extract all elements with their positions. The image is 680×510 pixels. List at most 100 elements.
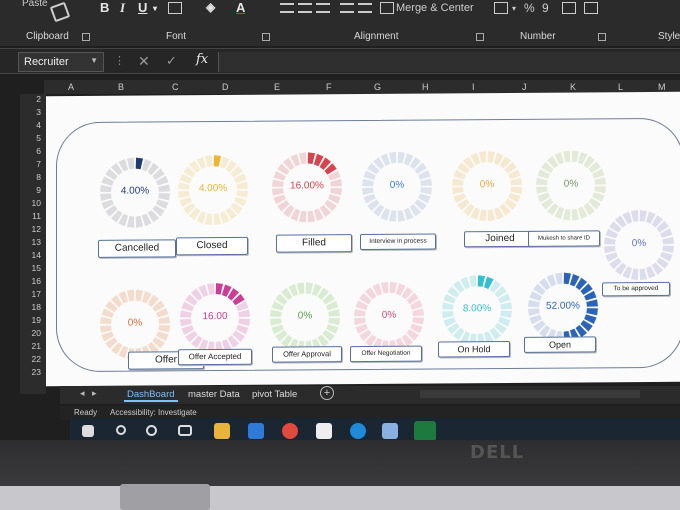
cortana-icon[interactable] <box>146 425 157 436</box>
prev-sheet-icon[interactable]: ◂ <box>80 388 85 399</box>
percent-style-button[interactable]: % <box>524 1 535 15</box>
status-label-button[interactable]: Closed <box>176 236 248 256</box>
donut-chart[interactable]: 16.00 <box>178 281 252 356</box>
row-header-16[interactable]: 16 <box>32 276 41 286</box>
chrome-icon[interactable] <box>282 423 298 439</box>
donut-chart[interactable]: 0% <box>602 208 676 283</box>
tab-pivot-table[interactable]: pivot Table <box>252 389 297 400</box>
donut-chart[interactable]: 8.00% <box>440 273 514 348</box>
insert-function-button[interactable]: fx <box>196 52 208 67</box>
status-label-button[interactable]: Interview in process <box>360 233 436 251</box>
paint-icon[interactable] <box>382 423 398 439</box>
align-center-icon[interactable] <box>298 3 312 13</box>
donut-chart[interactable]: 4.00% <box>176 153 250 228</box>
paste-button[interactable]: Paste <box>22 0 48 9</box>
italic-button[interactable]: I <box>120 0 125 16</box>
task-view-icon[interactable] <box>178 425 192 436</box>
increase-indent-icon[interactable] <box>358 3 372 13</box>
row-header-14[interactable]: 14 <box>32 250 41 260</box>
borders-icon[interactable] <box>168 2 182 14</box>
donut-chart[interactable]: 4.00% <box>98 155 172 230</box>
column-header-c[interactable]: C <box>172 82 179 92</box>
row-header-5[interactable]: 5 <box>36 133 41 143</box>
column-header-j[interactable]: J <box>522 82 527 92</box>
row-header-18[interactable]: 18 <box>32 302 41 312</box>
column-header-b[interactable]: B <box>118 82 124 92</box>
row-header-6[interactable]: 6 <box>36 146 41 156</box>
column-header-g[interactable]: G <box>374 82 381 92</box>
format-painter-icon[interactable] <box>49 1 71 23</box>
row-header-7[interactable]: 7 <box>36 159 41 169</box>
donut-chart[interactable]: 16.00% <box>270 150 344 225</box>
donut-chart[interactable]: 0% <box>268 280 342 355</box>
column-header-e[interactable]: E <box>274 82 280 92</box>
align-right-icon[interactable] <box>316 3 330 13</box>
column-header-k[interactable]: K <box>570 82 576 92</box>
donut-chart[interactable]: 52.00% <box>526 270 600 345</box>
increase-decimal-icon[interactable] <box>562 2 576 14</box>
column-header-l[interactable]: L <box>618 82 623 92</box>
status-label-button[interactable]: Open <box>524 336 596 353</box>
tab-dashboard[interactable]: DashBoard <box>124 389 178 402</box>
windows-start-icon[interactable] <box>82 425 94 437</box>
bold-button[interactable]: B <box>100 0 109 15</box>
donut-chart[interactable]: 0% <box>450 149 524 224</box>
row-header-17[interactable]: 17 <box>32 289 41 299</box>
add-sheet-icon[interactable]: + <box>320 386 334 400</box>
status-label-button[interactable]: Mukesh to share ID <box>528 230 600 247</box>
horizontal-scrollbar[interactable] <box>420 390 640 398</box>
number-format-icon[interactable] <box>494 2 508 14</box>
accessibility-status[interactable]: Accessibility: Investigate <box>110 408 197 417</box>
donut-chart[interactable]: 0% <box>360 150 434 225</box>
next-sheet-icon[interactable]: ▸ <box>92 388 97 399</box>
comma-style-button[interactable]: 9 <box>542 1 549 15</box>
formula-input[interactable] <box>218 52 680 72</box>
mail-icon[interactable] <box>248 423 264 439</box>
row-header-4[interactable]: 4 <box>36 120 41 130</box>
clipboard-launcher-icon[interactable] <box>82 33 90 41</box>
row-header-21[interactable]: 21 <box>32 341 41 351</box>
fill-color-icon[interactable]: ◈ <box>206 0 215 14</box>
row-header-11[interactable]: 11 <box>32 211 41 221</box>
row-header-22[interactable]: 22 <box>32 354 41 364</box>
file-explorer-icon[interactable] <box>214 423 230 439</box>
column-header-f[interactable]: F <box>326 82 332 92</box>
worksheet-grid[interactable]: 4.00% Cancelled 4.00% Closed 16.00% Filled 0% I… <box>46 91 680 387</box>
donut-chart[interactable]: 0% <box>352 280 426 355</box>
status-label-button[interactable]: Cancelled <box>98 239 176 258</box>
underline-dropdown-icon[interactable]: ▾ <box>153 4 157 13</box>
column-header-m[interactable]: M <box>658 82 666 92</box>
column-header-h[interactable]: H <box>422 82 429 92</box>
status-label-button[interactable]: Joined <box>464 230 536 248</box>
merge-icon[interactable] <box>380 2 394 14</box>
decrease-indent-icon[interactable] <box>340 3 354 13</box>
donut-chart[interactable]: 0% <box>534 148 608 223</box>
status-label-button[interactable]: Offer Accepted <box>178 348 252 366</box>
app-icon[interactable] <box>316 423 332 439</box>
status-label-button[interactable]: Offer Negotiation <box>350 345 422 363</box>
row-header-8[interactable]: 8 <box>36 172 41 182</box>
font-launcher-icon[interactable] <box>262 33 270 41</box>
search-icon[interactable] <box>116 425 126 435</box>
tab-master-data[interactable]: master Data <box>188 389 240 400</box>
row-header-15[interactable]: 15 <box>32 263 41 273</box>
row-header-20[interactable]: 20 <box>32 328 41 338</box>
row-header-13[interactable]: 13 <box>32 237 41 247</box>
name-box-dropdown-icon[interactable]: ▼ <box>90 56 98 65</box>
edge-icon[interactable] <box>350 423 366 439</box>
number-launcher-icon[interactable] <box>598 33 606 41</box>
name-box[interactable]: Recruiter ▼ <box>18 52 104 72</box>
cancel-entry-icon[interactable]: ✕ <box>138 53 150 70</box>
row-header-10[interactable]: 10 <box>32 198 41 208</box>
more-options-icon[interactable]: ⋮ <box>114 54 125 67</box>
row-header-2[interactable]: 2 <box>36 94 41 104</box>
status-label-button[interactable]: On Hold <box>438 340 510 358</box>
row-header-23[interactable]: 23 <box>32 367 41 377</box>
enter-entry-icon[interactable]: ✓ <box>166 53 177 69</box>
underline-button[interactable]: U <box>138 0 147 15</box>
column-header-i[interactable]: I <box>472 82 475 92</box>
decrease-decimal-icon[interactable] <box>584 2 598 14</box>
excel-taskbar-icon[interactable] <box>414 421 436 440</box>
align-left-icon[interactable] <box>280 3 294 13</box>
status-label-button[interactable]: To be approved <box>602 281 670 297</box>
